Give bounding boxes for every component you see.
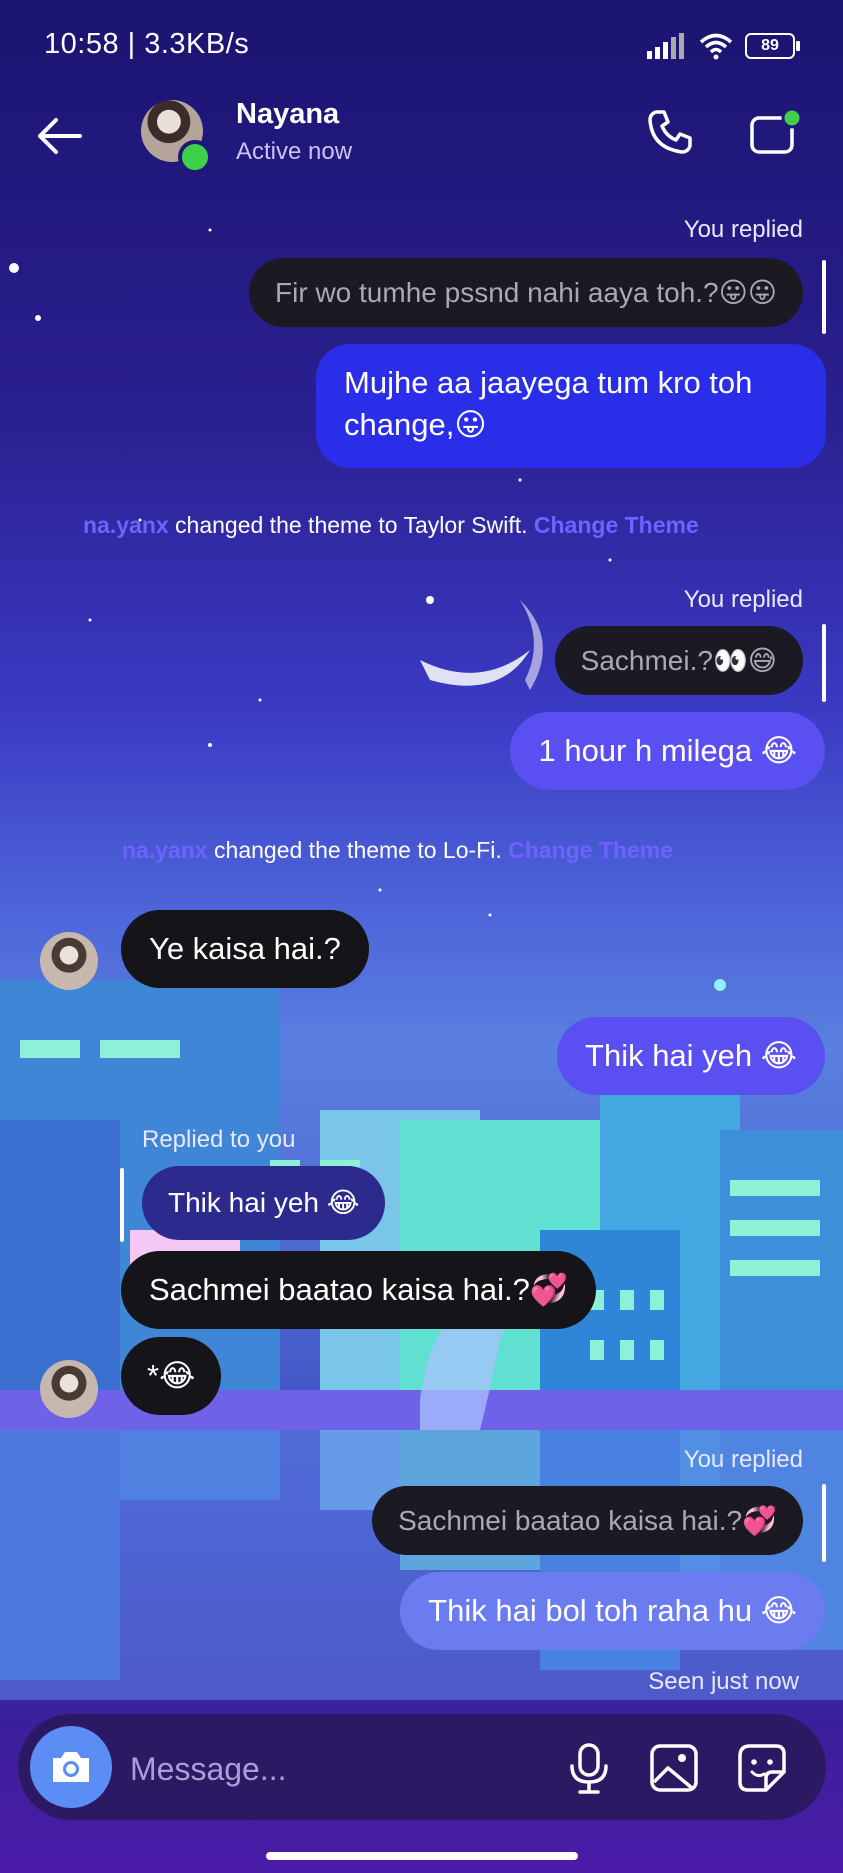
- notice-text: changed the theme to Taylor Swift.: [168, 512, 534, 538]
- message-text-line: Mujhe aa jaayega tum kro toh: [344, 365, 753, 400]
- seen-receipt: Seen just now: [648, 1668, 799, 1695]
- theme-change-notice: na.yanx changed the theme to Taylor Swif…: [83, 512, 699, 539]
- microphone-icon[interactable]: [566, 1742, 612, 1794]
- message-text-line: change,😛: [344, 407, 487, 442]
- contact-status: Active now: [236, 138, 353, 165]
- contact-name[interactable]: Nayana: [236, 98, 339, 131]
- username[interactable]: na.yanx: [83, 512, 169, 538]
- change-theme-link[interactable]: Change Theme: [508, 837, 673, 863]
- message-bubble[interactable]: 1 hour h milega 😂: [510, 712, 825, 790]
- phone-icon[interactable]: [644, 106, 696, 158]
- message-bubble[interactable]: *😂: [121, 1337, 222, 1415]
- reply-label: You replied: [683, 1446, 803, 1473]
- reply-label: You replied: [683, 586, 803, 613]
- message-bubble[interactable]: Thik hai bol toh raha hu 😂: [400, 1572, 825, 1650]
- quoted-message[interactable]: Fir wo tumhe pssnd nahi aaya toh.?😛😛: [249, 258, 803, 327]
- message-bubble[interactable]: Thik hai yeh 😂: [557, 1017, 825, 1095]
- battery-indicator: 89: [745, 33, 800, 59]
- message-bubble[interactable]: Mujhe aa jaayega tum kro toh change,😛: [316, 344, 826, 468]
- image-icon[interactable]: [648, 1742, 700, 1794]
- reply-bar: [822, 624, 826, 702]
- quoted-message[interactable]: Sachmei baatao kaisa hai.?💞: [372, 1486, 803, 1555]
- wifi-icon: [699, 33, 733, 60]
- status-time: 10:58 | 3.3KB/s: [44, 28, 250, 60]
- camera-icon: [53, 1752, 89, 1782]
- video-camera-icon[interactable]: [748, 106, 804, 158]
- home-indicator: [266, 1852, 578, 1860]
- camera-button[interactable]: [30, 1726, 112, 1808]
- quoted-message[interactable]: Sachmei.?👀😅: [554, 626, 803, 695]
- username[interactable]: na.yanx: [122, 837, 208, 863]
- change-theme-link[interactable]: Change Theme: [534, 512, 699, 538]
- message-bubble[interactable]: Ye kaisa hai.?: [121, 910, 369, 988]
- sender-avatar[interactable]: [40, 932, 98, 990]
- online-indicator: [178, 140, 212, 174]
- reply-label: You replied: [683, 216, 803, 243]
- reply-bar: [822, 1484, 826, 1562]
- sender-avatar[interactable]: [40, 1360, 98, 1418]
- status-icons: 89: [647, 30, 800, 62]
- message-bubble[interactable]: Sachmei baatao kaisa hai.?💞: [121, 1251, 597, 1329]
- reply-label: Replied to you: [142, 1126, 296, 1153]
- message-input[interactable]: [128, 1740, 552, 1798]
- theme-change-notice: na.yanx changed the theme to Lo-Fi. Chan…: [122, 837, 673, 864]
- signal-icon: [647, 33, 684, 59]
- back-arrow-icon[interactable]: [32, 108, 88, 164]
- reply-bar: [822, 260, 826, 334]
- reply-bar: [120, 1168, 124, 1242]
- quoted-message[interactable]: Thik hai yeh 😂: [142, 1166, 386, 1240]
- notice-text: changed the theme to Lo-Fi.: [207, 837, 509, 863]
- sticker-icon[interactable]: [736, 1742, 788, 1794]
